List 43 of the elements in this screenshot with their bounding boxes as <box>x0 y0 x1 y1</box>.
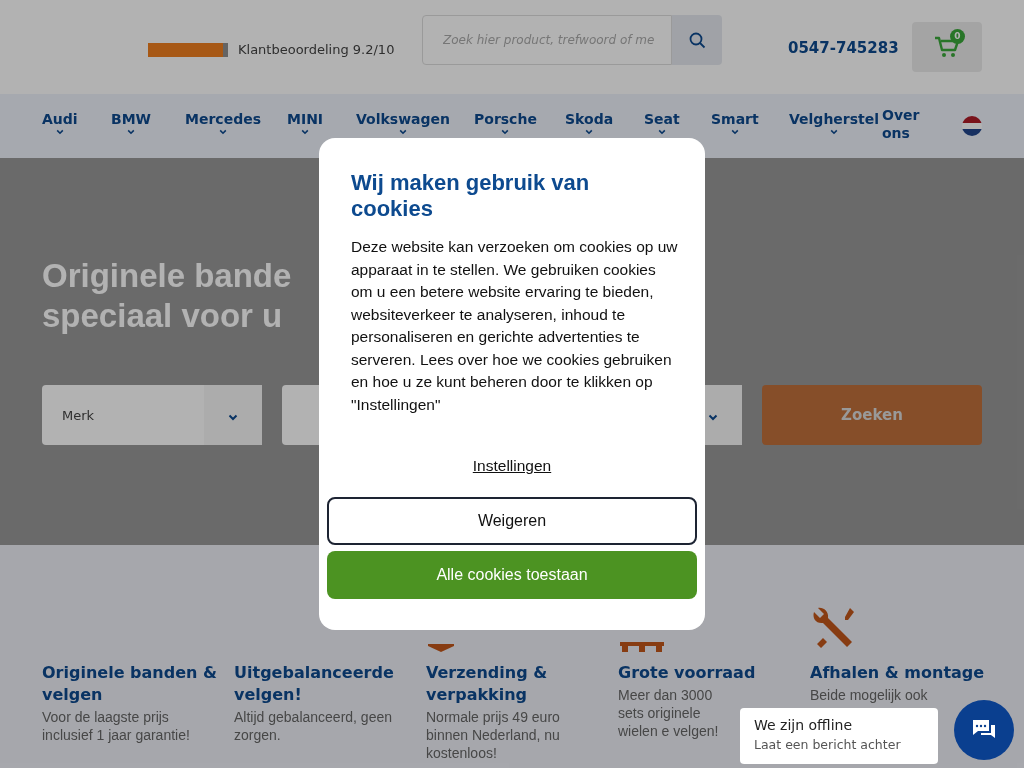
hero-title: speciaal voor u <box>42 296 284 336</box>
nav-item[interactable]: MINI <box>287 110 324 128</box>
hero-title: Originele bande <box>42 256 292 296</box>
feature-text: Beide mogelijk ook <box>810 686 929 704</box>
dialog-text: Deze website kan verzoeken om cookies op uw apparaat in te stellen. We gebruiken cookies om u een betere website ervaring te bieden, websiteverkeer te analyseren, inhoud te personaliseren en gerichte advertenties te serveren. Lees over hoe we cookies gebruiken en hoe u ze kunt beheren door te klikken op "Instellingen" <box>351 237 679 415</box>
settings-link[interactable]: Instellingen <box>472 454 552 478</box>
feature-title: Grote voorraad <box>618 662 757 684</box>
box-icon <box>426 644 456 652</box>
nav-item[interactable]: Volkswagen <box>356 110 450 128</box>
feature-title: Originele banden & velgen <box>42 662 218 706</box>
nav-item[interactable]: Porsche <box>474 110 537 128</box>
feature-title: Afhalen & montage <box>810 662 986 684</box>
select-placeholder: Merk <box>62 408 95 423</box>
accept-button[interactable]: Alle cookies toestaan <box>327 551 697 600</box>
search-button[interactable] <box>672 15 722 65</box>
nav-item[interactable]: Over ons <box>882 106 922 142</box>
rating-text: Klantbeoordeling 9.2/10 <box>238 41 395 59</box>
nav-item[interactable]: Velgherstel <box>789 110 880 128</box>
nav-item[interactable]: Seat <box>644 110 680 128</box>
search-field[interactable]: Zoek hier product, trefwoord of me <box>422 15 672 65</box>
decline-button[interactable]: Weigeren <box>327 497 697 546</box>
cart-count-badge: 0 <box>950 29 965 44</box>
feature-text: Voor de laagste prijs inclusief 1 jaar garantie! <box>42 708 191 744</box>
dutch-flag-icon[interactable] <box>962 116 982 136</box>
phone-number[interactable]: 0547-745283 <box>788 37 899 60</box>
feature-text: Normale prijs 49 euro binnen Nederland, nu kostenloos! <box>426 708 561 762</box>
feature-text: Altijd gebalanceerd, geen zorgen. <box>234 708 393 744</box>
nav-item[interactable]: Audi <box>42 110 78 128</box>
chat-bubble[interactable]: We zijn offline Laat een bericht achter <box>740 708 938 764</box>
select-field[interactable]: Merk <box>42 385 262 445</box>
nav-item[interactable]: Skoda <box>565 110 614 128</box>
nav-item[interactable]: Smart <box>711 110 759 128</box>
nav-item[interactable]: BMW <box>111 110 152 128</box>
chat-status: We zijn offline <box>754 716 853 734</box>
feature-title: Uitgebalanceerde velgen! <box>234 662 395 706</box>
feature-title: Verzending & verpakking <box>426 662 549 706</box>
search-icon <box>688 31 706 49</box>
feature-text: Meer dan 3000 sets originele wielen e velgen! <box>618 686 720 740</box>
nav-item[interactable]: Mercedes <box>185 110 261 128</box>
dialog-title: Wij maken gebruik van cookies <box>351 170 591 222</box>
cart-button[interactable]: 0 <box>912 22 982 72</box>
pallet-icon <box>618 642 666 652</box>
chat-subtitle: Laat een bericht achter <box>754 737 902 753</box>
